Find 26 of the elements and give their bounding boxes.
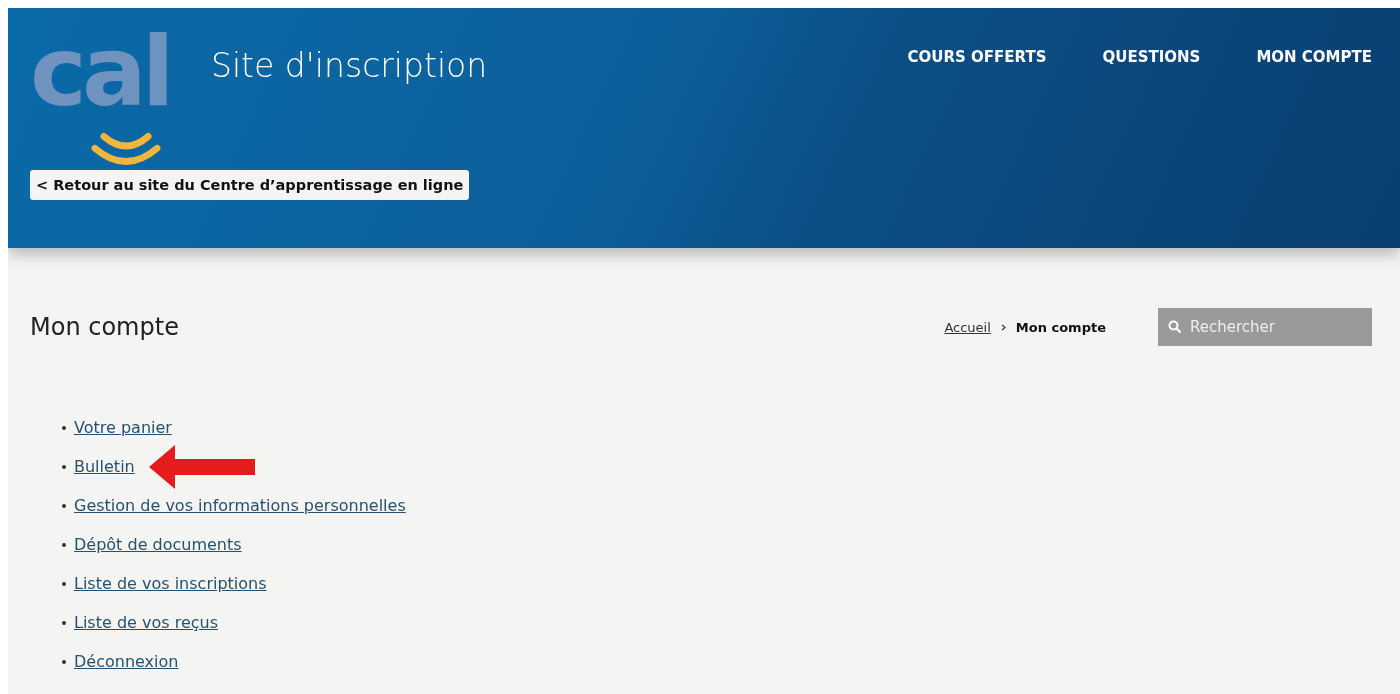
chevron-icon: [1000, 323, 1006, 331]
breadcrumb-link[interactable]: Accueil: [944, 319, 991, 335]
bullet-icon: [62, 542, 66, 547]
account-link[interactable]: Bulletin: [74, 457, 135, 476]
bullet-icon: [62, 581, 66, 586]
search-icon: [1168, 320, 1182, 334]
account-link[interactable]: Liste de vos reçus: [74, 613, 218, 632]
account-link[interactable]: Déconnexion: [74, 652, 179, 671]
page-title: Mon compte: [30, 313, 179, 341]
nav-link[interactable]: MON COMPTE: [1256, 48, 1372, 66]
nav-link[interactable]: COURS OFFERTS: [907, 48, 1047, 66]
account-link[interactable]: Dépôt de documents: [74, 535, 242, 554]
bullet-icon: [62, 659, 66, 664]
nav-link[interactable]: QUESTIONS: [1102, 48, 1201, 66]
logo-text: cal: [30, 20, 170, 126]
account-link[interactable]: Gestion de vos informations personnelles: [74, 496, 406, 515]
bullet-icon: [62, 464, 66, 469]
account-link[interactable]: Votre panier: [74, 418, 172, 437]
breadcrumb-current: Mon compte: [1015, 319, 1106, 335]
bullet-icon: [62, 425, 66, 430]
back-link[interactable]: < Retour au site du Centre d’apprentissage en ligne: [30, 169, 470, 200]
account-link[interactable]: Liste de vos inscriptions: [74, 574, 267, 593]
bullet-icon: [62, 620, 66, 625]
search-field[interactable]: Rechercher: [1158, 308, 1372, 346]
site-title: Site d'inscription: [211, 46, 488, 85]
bullet-icon: [62, 503, 66, 508]
